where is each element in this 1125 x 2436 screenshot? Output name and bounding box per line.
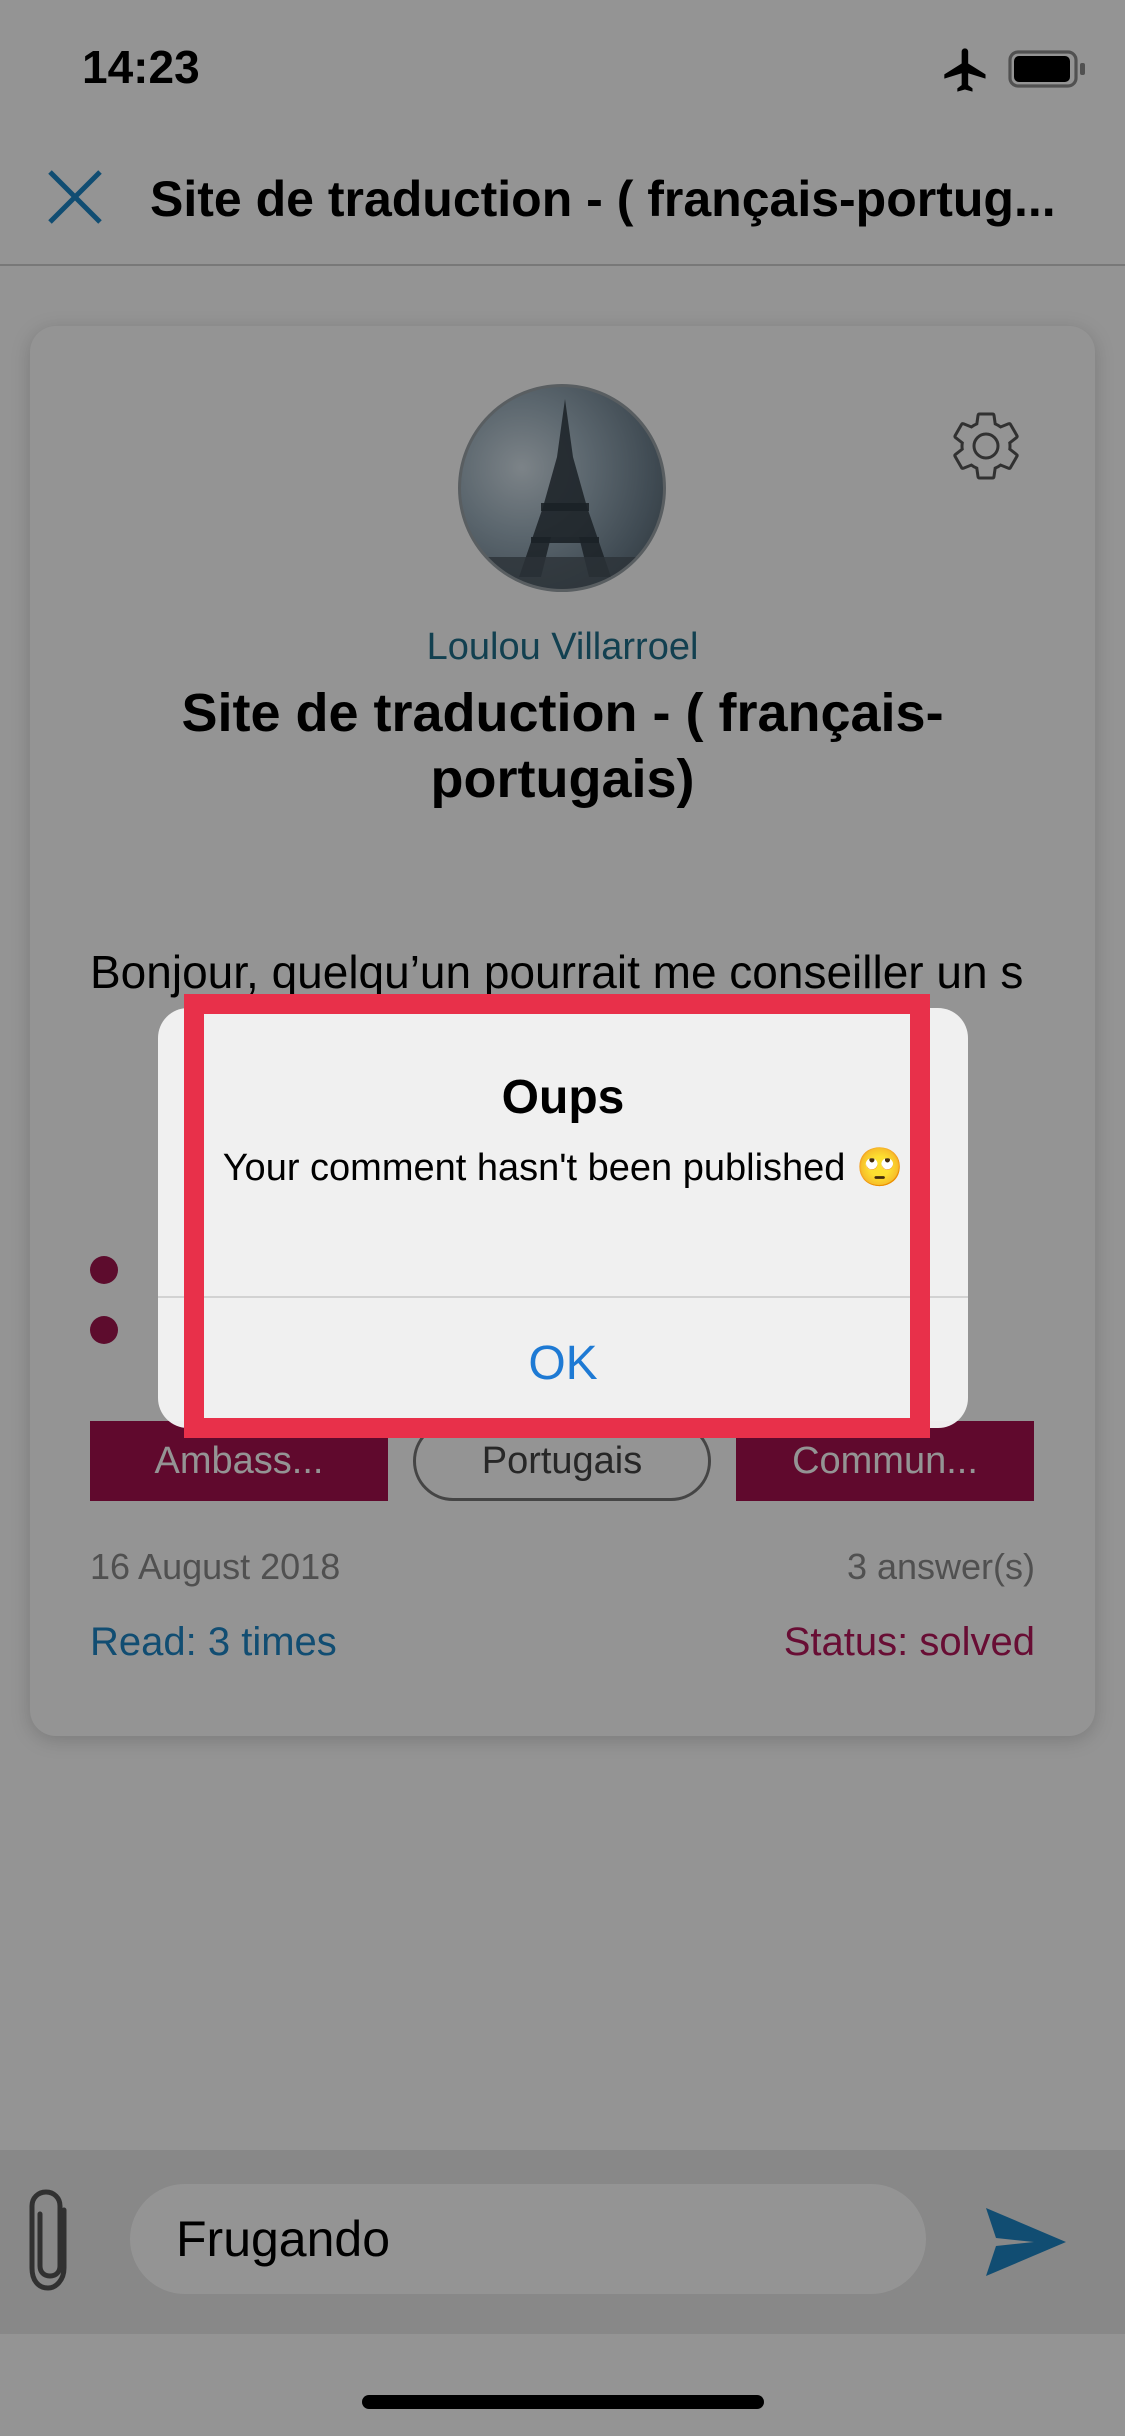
highlight-box [184,994,930,1438]
screen: 14:23 Site de traduction - ( français-po… [0,0,1125,2436]
